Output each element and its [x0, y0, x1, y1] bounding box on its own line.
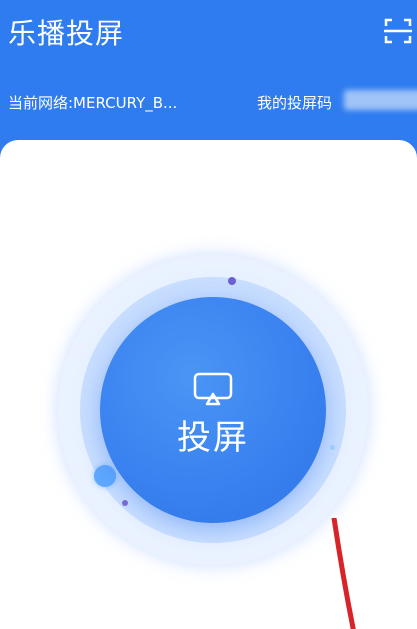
app-screen: 乐播投屏 当前网络:MERCURY_B... 我的投屏码 投屏	[0, 0, 417, 629]
app-title: 乐播投屏	[8, 17, 125, 50]
header: 乐播投屏 当前网络:MERCURY_B... 我的投屏码	[0, 0, 417, 150]
decor-dot	[330, 445, 335, 450]
cast-code-label: 我的投屏码	[257, 94, 333, 112]
scan-icon	[384, 18, 412, 44]
cast-code-value	[344, 90, 417, 110]
cast-button[interactable]: 投屏	[100, 297, 326, 523]
decor-dot	[122, 500, 128, 506]
network-status: 当前网络:MERCURY_B...	[8, 94, 178, 112]
cast-button-label: 投屏	[177, 417, 249, 458]
screen-mirror-icon	[193, 372, 233, 405]
scan-button[interactable]	[381, 14, 415, 48]
decor-dot	[228, 277, 236, 285]
decor-dot	[94, 465, 116, 487]
red-pointer-annotation	[331, 518, 356, 629]
